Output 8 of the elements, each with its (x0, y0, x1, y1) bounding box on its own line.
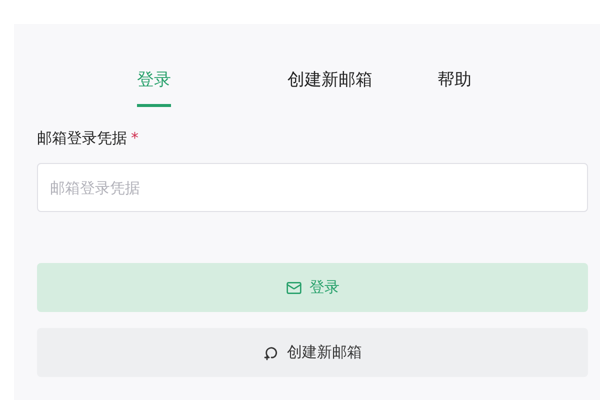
tab[interactable]: 创建新邮箱 (287, 68, 438, 116)
field-label: 邮箱登录凭据 (37, 128, 127, 148)
required-mark: * (131, 128, 138, 148)
create-mailbox-button[interactable]: 创建新邮箱 (37, 328, 588, 377)
tab[interactable]: 帮助 (438, 68, 588, 116)
mail-icon (286, 280, 302, 296)
credentials-field[interactable]: 邮箱登录凭据 (37, 163, 588, 212)
loop-plus-icon (263, 344, 279, 360)
